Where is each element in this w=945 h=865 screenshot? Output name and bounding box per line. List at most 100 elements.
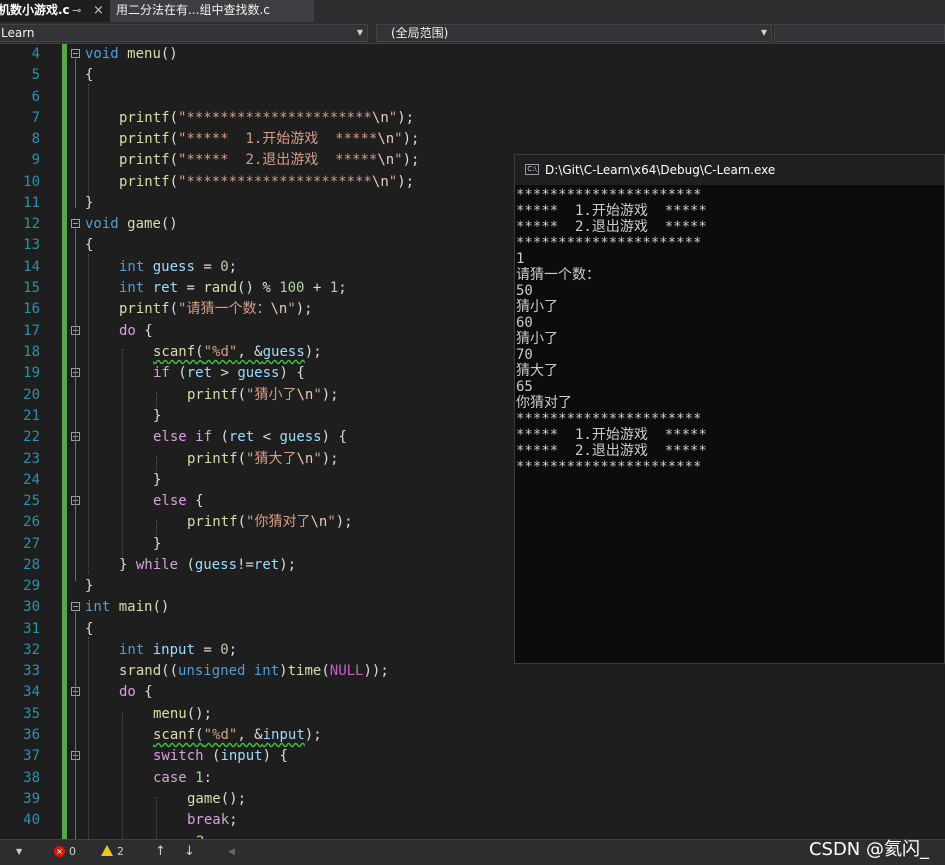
chevron-down-icon: ▼: [760, 28, 767, 37]
code-line: else {: [153, 493, 204, 509]
console-line: **********************: [516, 411, 702, 427]
project-dropdown-value: Learn: [1, 26, 35, 40]
chevron-down-icon: ▼: [356, 28, 363, 37]
code-editor[interactable]: 4 5 6 7 8 9 10 11 12 13 14 15 16 17 18 19 20 21 22 23 24 25 26…: [0, 44, 945, 839]
member-dropdown[interactable]: [774, 24, 945, 42]
code-line: int main(): [85, 599, 170, 615]
line-number: 21: [23, 408, 40, 424]
error-count[interactable]: 0: [69, 840, 76, 864]
previous-issue-arrow-icon[interactable]: ↑: [155, 840, 166, 864]
code-line: }: [153, 408, 162, 424]
tab-active-file[interactable]: 机数小游戏.c ⊸ ×: [0, 0, 110, 22]
line-number: 25: [23, 493, 40, 509]
indent-guide: [122, 349, 123, 559]
fold-line: [75, 59, 76, 208]
console-line: ***** 1.开始游戏 *****: [516, 427, 707, 443]
line-number: 28: [23, 557, 40, 573]
indent-guide: [88, 637, 89, 839]
line-number: 35: [23, 706, 40, 722]
console-line: **********************: [516, 235, 702, 251]
code-line: }: [85, 578, 94, 594]
line-number: 30: [23, 599, 40, 615]
line-number: 34: [23, 684, 40, 700]
line-number: 4: [31, 46, 40, 62]
console-title-bar[interactable]: C:\ D:\Git\C-Learn\x64\Debug\C-Learn.exe: [515, 155, 944, 185]
line-number: 13: [23, 237, 40, 253]
line-number: 12: [23, 216, 40, 232]
console-window[interactable]: C:\ D:\Git\C-Learn\x64\Debug\C-Learn.exe…: [514, 154, 945, 664]
scope-dropdown-value: (全局范围): [391, 26, 449, 40]
navigation-bar: Learn ▼ (全局范围) ▼: [0, 22, 945, 44]
line-number: 8: [31, 131, 40, 147]
tab-label: 用二分法在有...组中查找数.c: [116, 3, 270, 17]
line-number: 26: [23, 514, 40, 530]
indent-guide: [156, 797, 157, 839]
line-number: 22: [23, 429, 40, 445]
line-number: 23: [23, 451, 40, 467]
scroll-left-icon[interactable]: ◀: [228, 840, 235, 864]
code-line: } while (guess!=ret);: [119, 557, 297, 573]
line-number: 24: [23, 472, 40, 488]
console-line: 请猜一个数：: [516, 267, 600, 283]
line-number: 16: [23, 301, 40, 317]
code-line: switch (input) {: [153, 748, 288, 764]
error-icon[interactable]: ×: [54, 846, 65, 857]
code-line: printf("**********************\n");: [119, 110, 415, 126]
console-line: 1: [516, 251, 525, 267]
line-number: 14: [23, 259, 40, 275]
line-number: 39: [23, 791, 40, 807]
line-number: 29: [23, 578, 40, 594]
code-line: printf("***** 1.开始游戏 *****\n");: [119, 131, 420, 147]
console-line: **********************: [516, 187, 702, 203]
collapse-icon[interactable]: [71, 602, 80, 611]
pin-icon[interactable]: ⊸: [72, 0, 81, 21]
line-number: 19: [23, 365, 40, 381]
line-number: 10: [23, 174, 40, 190]
code-line: int guess = 0;: [119, 259, 238, 275]
console-title: D:\Git\C-Learn\x64\Debug\C-Learn.exe: [545, 163, 776, 177]
line-number: 31: [23, 621, 40, 637]
code-line: scanf("%d", &guess);: [153, 344, 322, 360]
code-line: }: [153, 536, 162, 552]
warning-icon[interactable]: [101, 845, 113, 856]
console-line: ***** 2.退出游戏 *****: [516, 219, 707, 235]
code-line: void game(): [85, 216, 178, 232]
project-dropdown[interactable]: Learn ▼: [0, 24, 368, 42]
code-line: }: [153, 472, 162, 488]
line-number: 33: [23, 663, 40, 679]
close-icon[interactable]: ×: [93, 0, 104, 21]
tab-label: 机数小游戏.c: [0, 3, 70, 17]
code-line: case 1:: [153, 770, 213, 786]
tab-binary-search-file[interactable]: 用二分法在有...组中查找数.c: [110, 0, 314, 22]
console-line: **********************: [516, 459, 702, 475]
console-line: 65: [516, 379, 533, 395]
code-line: 2: [196, 832, 204, 839]
code-line: printf("请猜一个数：\n");: [119, 301, 313, 317]
collapse-icon[interactable]: [71, 219, 80, 228]
code-line: printf("猜小了\n");: [187, 387, 339, 403]
watermark: CSDN @氦闪_: [808, 839, 929, 860]
next-issue-arrow-icon[interactable]: ↓: [184, 840, 195, 864]
line-number: 40: [23, 812, 40, 828]
line-number: 37: [23, 748, 40, 764]
code-line: int ret = rand() % 100 + 1;: [119, 280, 347, 296]
warning-count[interactable]: 2: [117, 840, 124, 864]
console-line: 你猜对了: [516, 395, 572, 411]
console-line: 50: [516, 283, 533, 299]
console-line: ***** 1.开始游戏 *****: [516, 203, 707, 219]
code-line: if (ret > guess) {: [153, 365, 305, 381]
console-line: 猜小了: [516, 331, 558, 347]
collapse-icon[interactable]: [71, 49, 80, 58]
change-tracking-bar: [62, 44, 67, 839]
console-line: 猜小了: [516, 299, 558, 315]
zoom-dropdown-icon[interactable]: ▼: [16, 840, 22, 864]
code-line: printf("你猜对了\n");: [187, 514, 353, 530]
document-tab-bar: 机数小游戏.c ⊸ × 用二分法在有...组中查找数.c: [0, 0, 945, 22]
line-number: 6: [31, 89, 40, 105]
line-number: 11: [23, 195, 40, 211]
fold-line: [75, 229, 76, 581]
fold-line: [75, 612, 76, 839]
console-line: 60: [516, 315, 533, 331]
code-line: {: [85, 237, 94, 253]
scope-dropdown[interactable]: (全局范围) ▼: [376, 24, 772, 42]
